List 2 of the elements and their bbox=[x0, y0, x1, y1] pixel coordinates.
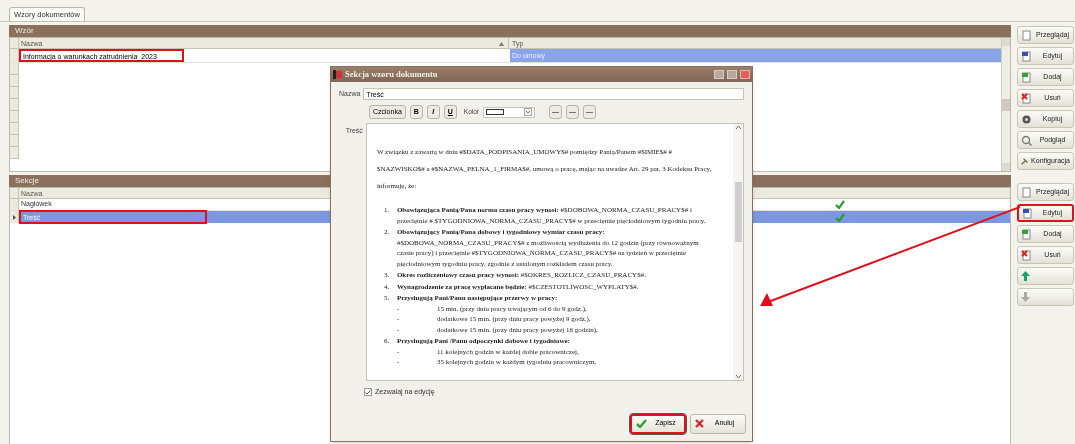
panel-header: Wzór bbox=[9, 25, 1011, 37]
dialog-title: Sekcja wzoru dokumentu bbox=[345, 68, 439, 81]
